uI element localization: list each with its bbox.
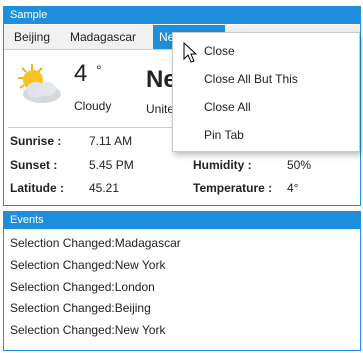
sunrise-label: Sunrise : [10, 134, 62, 148]
tab-madagascar[interactable]: Madagascar [66, 25, 150, 49]
tab-beijing[interactable]: Beijing [8, 25, 60, 49]
degree-symbol: ° [96, 62, 102, 78]
event-item: Selection Changed:London [10, 280, 155, 294]
event-item: Selection Changed:New York [10, 323, 166, 337]
events-panel-title: Events [4, 212, 360, 229]
temperature-detail-value: 4° [287, 181, 299, 195]
menu-item-close[interactable]: Close [204, 41, 235, 61]
sunrise-value: 7.11 AM [89, 134, 133, 148]
event-item: Selection Changed:Beijing [10, 301, 151, 315]
temperature-label: Temperature : [193, 181, 273, 195]
tab-context-menu: Close Close All But This Close All Pin T… [172, 32, 360, 152]
sunset-label: Sunset : [10, 158, 58, 172]
mouse-cursor-icon [183, 42, 198, 63]
menu-item-close-all[interactable]: Close All [204, 97, 251, 117]
latitude-label: Latitude : [10, 181, 64, 195]
event-item: Selection Changed:Madagascar [10, 236, 181, 250]
menu-item-pin-tab[interactable]: Pin Tab [204, 125, 244, 145]
humidity-value: 50% [287, 158, 312, 172]
event-item: Selection Changed:New York [10, 258, 166, 272]
humidity-label: Humidity : [193, 158, 252, 172]
sun-cloud-icon [18, 64, 61, 103]
sample-panel-title: Sample [4, 7, 360, 24]
temperature-value: 4 [74, 60, 88, 87]
menu-item-close-all-but-this[interactable]: Close All But This [204, 69, 298, 89]
weather-condition: Cloudy [74, 99, 112, 113]
latitude-value: 45.21 [89, 181, 120, 195]
sunset-value: 5.45 PM [89, 158, 134, 172]
events-panel: Events Selection Changed:Madagascar Sele… [3, 211, 361, 351]
